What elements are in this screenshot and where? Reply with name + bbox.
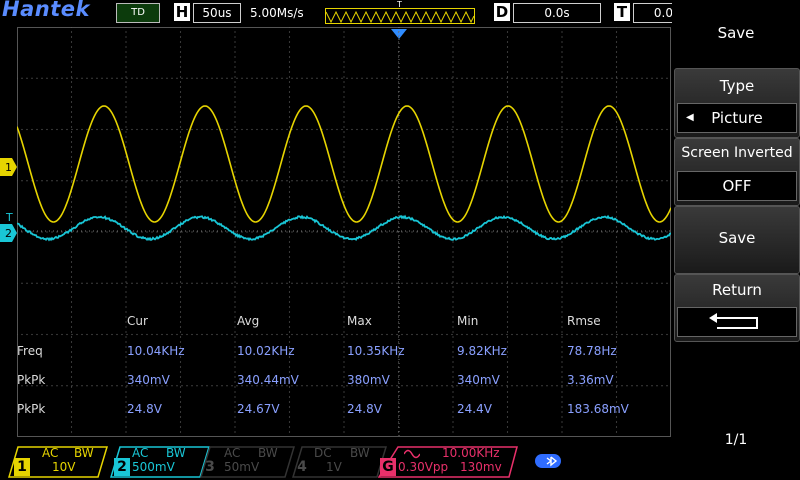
return-label: Return: [675, 281, 799, 299]
screen-inverted-button[interactable]: Screen Inverted OFF: [674, 138, 800, 206]
row-label: Freq: [17, 344, 43, 358]
value-min: 9.82KHz: [457, 344, 507, 358]
channel-status-bar: 1 AC BW 10V 2 AC BW 500mV 3 AC BW 50mV 4…: [0, 438, 672, 480]
ch2-scale: 500mV: [132, 461, 175, 474]
value-rmse: 78.78Hz: [567, 344, 617, 358]
trigger-value[interactable]: 0.0: [633, 3, 673, 23]
timebase-value[interactable]: 50us: [193, 3, 241, 23]
ch1-number: 1: [14, 458, 30, 476]
timebase-letter: H: [174, 3, 190, 21]
value-rmse: 183.68mV: [567, 402, 629, 416]
value-cur: 24.8V: [127, 402, 162, 416]
type-value[interactable]: ◀ Picture: [677, 103, 797, 133]
ch2-waveform: [17, 216, 671, 240]
sample-rate: 5.00Ms/s: [250, 6, 304, 20]
mode-badge[interactable]: TD: [116, 3, 160, 23]
top-status-bar: Hantek TD H 50us 5.00Ms/s T D 0.0s T 0.0: [0, 0, 672, 26]
ch2-bw: BW: [166, 447, 186, 460]
measurement-row: Freq 10.04KHz 10.02KHz 10.35KHz 9.82KHz …: [17, 344, 671, 364]
trigger-position-strip[interactable]: [325, 8, 475, 24]
menu-title: Save: [672, 24, 800, 42]
bluetooth-icon[interactable]: [535, 452, 563, 470]
generator-frequency: 10.00KHz: [442, 447, 500, 460]
type-value-text: Picture: [711, 109, 763, 127]
return-button[interactable]: Return: [674, 274, 800, 342]
col-rmse: Rmse: [567, 314, 601, 328]
return-arrow-icon: [707, 312, 767, 332]
col-avg: Avg: [237, 314, 259, 328]
return-arrow-box[interactable]: [677, 307, 797, 337]
ch4-bw: BW: [350, 447, 370, 460]
brand-logo: Hantek: [2, 0, 90, 21]
generator-amplitude: 0.30Vpp: [398, 461, 448, 474]
value-max: 380mV: [347, 373, 390, 387]
value-avg: 24.67V: [237, 402, 280, 416]
ch3-number: 3: [202, 458, 218, 476]
col-min: Min: [457, 314, 478, 328]
ch1-waveform: [17, 106, 671, 222]
ch4-status[interactable]: 4 DC BW 1V: [292, 446, 387, 478]
left-arrow-icon: ◀: [686, 104, 694, 132]
ch3-coupling: AC: [224, 447, 240, 460]
waveform-preview-icon: [326, 10, 474, 24]
ch1-marker[interactable]: 1: [0, 158, 17, 176]
generator-label: G: [380, 458, 396, 476]
ch1-coupling: AC: [42, 447, 58, 460]
type-label: Type: [675, 77, 799, 95]
col-max: Max: [347, 314, 372, 328]
side-menu: Save Type ◀ Picture Screen Inverted OFF …: [672, 0, 800, 480]
screen-inverted-value[interactable]: OFF: [677, 171, 797, 201]
value-max: 10.35KHz: [347, 344, 405, 358]
delay-value[interactable]: 0.0s: [513, 3, 601, 23]
value-cur: 10.04KHz: [127, 344, 185, 358]
row-label: PkPk: [17, 402, 45, 416]
measurement-row: PkPk 340mV 340.44mV 380mV 340mV 3.36mV: [17, 373, 671, 393]
grid-dots: [17, 27, 668, 433]
ch4-number: 4: [294, 458, 310, 476]
ch2-marker[interactable]: 2: [0, 224, 17, 242]
value-max: 24.8V: [347, 402, 382, 416]
delay-letter: D: [494, 3, 510, 21]
value-rmse: 3.36mV: [567, 373, 614, 387]
ch3-scale: 50mV: [224, 461, 259, 474]
ch4-scale: 1V: [326, 461, 342, 474]
trigger-level-marker[interactable]: T: [6, 211, 13, 224]
save-button[interactable]: Save: [674, 206, 800, 274]
ch1-scale: 10V: [52, 461, 75, 474]
ch1-bw: BW: [74, 447, 94, 460]
sine-icon: [404, 449, 420, 459]
ch4-coupling: DC: [314, 447, 332, 460]
value-avg: 340.44mV: [237, 373, 299, 387]
ch2-marker-label: 2: [5, 227, 12, 240]
ch2-coupling: AC: [132, 447, 148, 460]
row-label: PkPk: [17, 373, 45, 387]
value-cur: 340mV: [127, 373, 170, 387]
ch1-marker-label: 1: [5, 161, 12, 174]
generator-offset: 130mv: [460, 461, 502, 474]
col-cur: Cur: [127, 314, 148, 328]
type-menu-button[interactable]: Type ◀ Picture: [674, 68, 800, 138]
trigger-strip-marker: T: [397, 0, 402, 9]
page-indicator: 1/1: [672, 432, 800, 448]
ch2-number: 2: [114, 458, 130, 476]
generator-status[interactable]: G 10.00KHz 0.30Vpp 130mv: [378, 446, 518, 478]
save-label: Save: [675, 229, 799, 247]
trigger-letter: T: [614, 3, 630, 21]
ch3-bw: BW: [258, 447, 278, 460]
ch2-status[interactable]: 2 AC BW 500mV: [110, 446, 210, 478]
measurement-header-row: Cur Avg Max Min Rmse: [17, 314, 671, 334]
measurement-row: PkPk 24.8V 24.67V 24.8V 24.4V 183.68mV: [17, 402, 671, 422]
waveform-display[interactable]: Cur Avg Max Min Rmse Freq 10.04KHz 10.02…: [17, 27, 671, 437]
value-avg: 10.02KHz: [237, 344, 295, 358]
screen-inverted-label: Screen Inverted: [675, 145, 799, 161]
value-min: 24.4V: [457, 402, 492, 416]
ch1-status[interactable]: 1 AC BW 10V: [8, 446, 108, 478]
ch3-status[interactable]: 3 AC BW 50mV: [200, 446, 295, 478]
value-min: 340mV: [457, 373, 500, 387]
